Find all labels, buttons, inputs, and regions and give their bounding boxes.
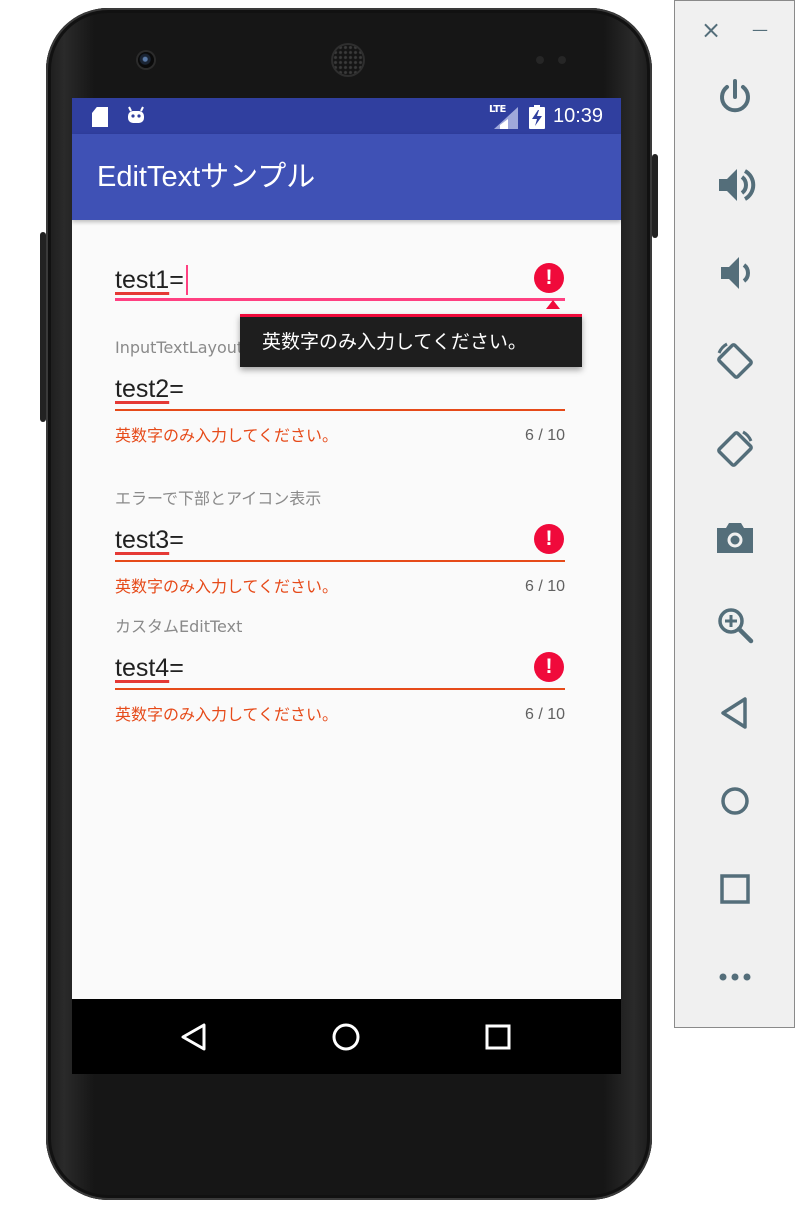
volume-down-icon[interactable]: [713, 251, 757, 295]
zoom-icon[interactable]: [713, 603, 757, 647]
edit-text-test3[interactable]: test3=: [115, 525, 184, 555]
field-value-suffix: =: [169, 654, 184, 682]
light-sensor: [558, 56, 566, 64]
recents-icon[interactable]: [480, 1019, 516, 1055]
field-label-error-icon: エラーで下部とアイコン表示: [115, 489, 322, 508]
phone-side-button-right: [652, 154, 658, 238]
field-underline-error: [115, 688, 565, 690]
status-bar: LTE 10:39: [72, 98, 621, 134]
overview-icon[interactable]: [713, 867, 757, 911]
field-value-suffix: =: [169, 266, 184, 294]
home-icon[interactable]: [328, 1019, 364, 1055]
field-underline-focused: [115, 298, 565, 301]
home-icon[interactable]: [713, 779, 757, 823]
field-underline-error: [115, 409, 565, 411]
field-value-suffix: =: [169, 375, 184, 403]
status-time: 10:39: [553, 105, 604, 127]
error-icon[interactable]: !: [534, 652, 564, 682]
field-underline-error: [115, 560, 565, 562]
text-cursor: [185, 265, 188, 295]
error-popup: 英数字のみ入力してください。: [240, 314, 582, 367]
error-popup-pointer: [546, 300, 560, 309]
phone-side-button-left: [40, 232, 46, 422]
minimize-icon[interactable]: —: [745, 15, 775, 45]
front-camera: [138, 52, 154, 68]
device-screen: LTE 10:39 EditTextサンプル test1= ! InputTex…: [72, 98, 621, 1074]
emulator-toolbar-panel: × —: [674, 0, 795, 1028]
volume-up-icon[interactable]: [713, 163, 757, 207]
edit-text-test1[interactable]: test1=: [115, 265, 188, 295]
character-counter: 6 / 10: [524, 578, 565, 595]
rotate-right-icon[interactable]: [713, 427, 757, 471]
back-icon[interactable]: [713, 691, 757, 735]
power-icon[interactable]: [713, 75, 757, 119]
field-value-word: test4: [115, 654, 170, 682]
battery-charging-icon: [529, 105, 545, 129]
field-value-suffix: =: [169, 526, 184, 554]
sd-card-icon: [92, 107, 108, 127]
field-value-word: test2: [115, 375, 170, 403]
field-label-inputtextlayout: InputTextLayout: [115, 338, 244, 357]
proximity-sensor: [536, 56, 544, 64]
android-robot-icon: [128, 106, 144, 123]
field-value-word: test3: [115, 526, 170, 554]
rotate-left-icon[interactable]: [713, 339, 757, 383]
error-popup-text: 英数字のみ入力してください。: [262, 331, 527, 353]
toolbar-title: EditTextサンプル: [97, 161, 316, 193]
earpiece-speaker: [333, 45, 363, 75]
edit-text-test2[interactable]: test2=: [115, 374, 184, 404]
back-icon[interactable]: [177, 1019, 213, 1055]
close-icon[interactable]: ×: [696, 15, 726, 45]
app-toolbar: EditTextサンプル: [72, 134, 621, 220]
error-icon[interactable]: !: [534, 524, 564, 554]
character-counter: 6 / 10: [524, 706, 565, 723]
edit-text-test4[interactable]: test4=: [115, 653, 184, 683]
field-value-word: test1: [115, 266, 170, 294]
error-icon[interactable]: !: [534, 263, 564, 293]
cell-signal-icon: [494, 107, 518, 129]
navigation-bar: [72, 999, 621, 1074]
field-error-message: 英数字のみ入力してください。: [115, 577, 339, 596]
field-error-message: 英数字のみ入力してください。: [115, 426, 339, 445]
field-error-message: 英数字のみ入力してください。: [115, 705, 339, 724]
camera-icon[interactable]: [713, 515, 757, 559]
character-counter: 6 / 10: [524, 427, 565, 444]
more-icon[interactable]: [713, 955, 757, 999]
field-label-custom-edittext: カスタムEditText: [115, 617, 243, 636]
